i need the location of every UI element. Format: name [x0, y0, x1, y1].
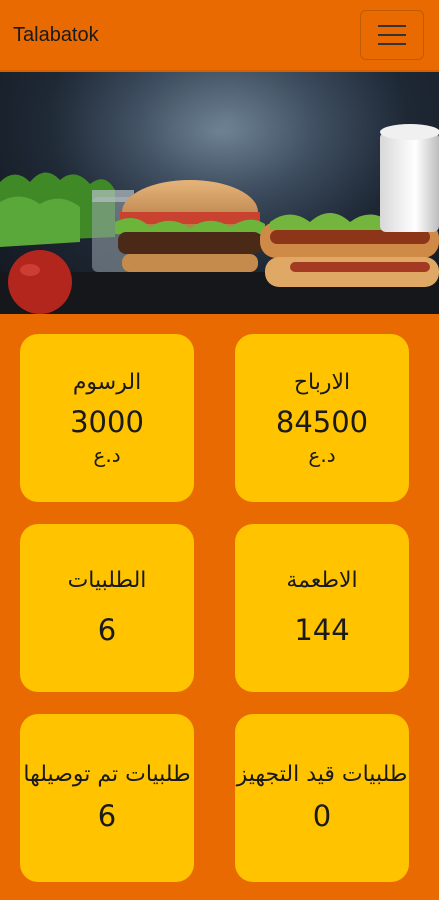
- orders-card[interactable]: الطلبيات 6: [20, 524, 194, 692]
- card-title: الطلبيات: [67, 568, 147, 593]
- card-value: 0: [312, 799, 332, 833]
- delivered-orders-card[interactable]: طلبيات تم توصيلها 6: [20, 714, 194, 882]
- card-value: 6: [97, 799, 117, 833]
- burger-food-icon: [0, 72, 439, 314]
- preparing-orders-card[interactable]: طلبيات قيد التجهيز 0: [235, 714, 409, 882]
- card-value: 6: [97, 613, 117, 647]
- card-value: 3000: [70, 405, 144, 439]
- card-unit: د.ع: [308, 443, 336, 467]
- menu-toggle-button[interactable]: [360, 10, 424, 60]
- card-value: 84500: [275, 405, 369, 439]
- foods-card[interactable]: الاطعمة 144: [235, 524, 409, 692]
- card-title: الارباح: [293, 370, 351, 395]
- navbar: Talabatok: [0, 0, 439, 72]
- card-title: طلبيات تم توصيلها: [23, 762, 191, 787]
- fees-card[interactable]: الرسوم 3000 د.ع: [20, 334, 194, 502]
- card-unit: د.ع: [93, 443, 121, 467]
- card-title: الرسوم: [72, 370, 142, 395]
- card-title: الاطعمة: [286, 568, 358, 593]
- food-banner-image: [0, 72, 439, 314]
- profits-card[interactable]: الارباح 84500 د.ع: [235, 334, 409, 502]
- card-title: طلبيات قيد التجهيز: [236, 762, 408, 787]
- hamburger-menu-icon: [378, 25, 406, 27]
- card-value: 144: [294, 613, 350, 647]
- brand-title[interactable]: Talabatok: [13, 24, 99, 47]
